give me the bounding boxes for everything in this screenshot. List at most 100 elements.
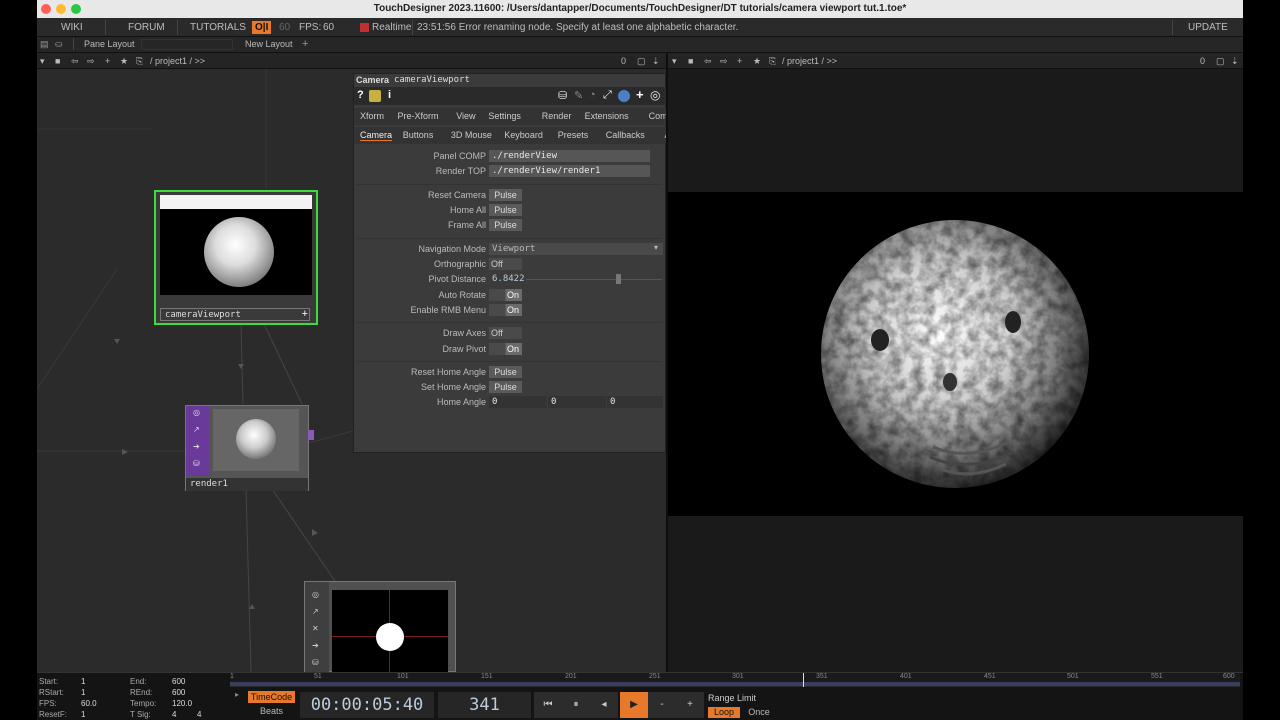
node-add-icon[interactable]: + — [302, 309, 308, 320]
close-window-button[interactable] — [41, 4, 51, 14]
node-output-connector[interactable] — [308, 430, 314, 440]
render-top-field[interactable]: ./renderView/render1 — [489, 165, 650, 177]
frame-all-button[interactable]: Pulse — [489, 219, 522, 231]
comment-icon[interactable]: ◔ — [589, 89, 596, 101]
tab-buttons[interactable]: Buttons — [403, 130, 434, 140]
chevron-down-icon[interactable]: ▾ — [654, 243, 658, 252]
pin-param-icon[interactable]: ⤢ — [603, 89, 612, 102]
set-home-angle-button[interactable]: Pulse — [489, 381, 522, 393]
network-path[interactable]: / project1 / >> — [150, 53, 205, 69]
tab-xform[interactable]: Xform — [360, 111, 384, 121]
beats-toggle[interactable]: Beats — [248, 705, 295, 717]
navigation-mode-menu[interactable]: Viewport — [489, 243, 663, 255]
viewer-flag-icon[interactable]: ◎ — [312, 590, 319, 599]
enable-rmb-toggle[interactable]: On — [489, 304, 522, 316]
add-icon[interactable]: + — [105, 53, 110, 69]
end-value[interactable]: 600 — [172, 677, 185, 687]
slider-handle[interactable] — [616, 274, 621, 284]
viewer-pane-menu-icon[interactable]: ▾ — [672, 53, 677, 69]
home-angle-y[interactable]: 0 — [548, 396, 606, 408]
viewer-path[interactable]: / project1 / >> — [782, 53, 837, 69]
pivot-distance-slider[interactable] — [526, 279, 662, 280]
edit-icon[interactable]: ✎ — [574, 89, 583, 102]
tab-keyboard[interactable]: Keyboard — [504, 130, 543, 140]
viewer-pin-icon[interactable]: ⇣ — [1231, 53, 1239, 69]
forum-menu[interactable]: FORUM — [128, 18, 165, 37]
cook-flag-icon[interactable]: ↗ — [193, 425, 200, 434]
tsig-b[interactable]: 4 — [197, 710, 201, 720]
tab-callbacks[interactable]: Callbacks — [606, 130, 645, 140]
back-icon[interactable]: ⇦ — [71, 53, 79, 69]
home-angle-z[interactable]: 0 — [607, 396, 663, 408]
orthographic-toggle[interactable]: Off — [489, 258, 522, 270]
cook-flag-icon[interactable]: ↗ — [312, 607, 319, 616]
rstart-value[interactable]: 1 — [81, 688, 85, 698]
lock-flag-icon[interactable]: ⛁ — [193, 459, 200, 468]
pane-layout-presets[interactable] — [141, 39, 233, 50]
play-backward-icon[interactable]: ◂ — [590, 692, 618, 718]
help-icon[interactable]: ? — [357, 89, 364, 101]
skip-to-start-icon[interactable]: ⏮ — [534, 692, 562, 718]
viewer-add-icon[interactable]: + — [737, 53, 742, 69]
tab-pre-xform[interactable]: Pre-Xform — [398, 111, 439, 121]
tab-presets[interactable]: Presets — [558, 130, 589, 140]
tab-settings[interactable]: Settings — [488, 111, 521, 121]
tempo-value[interactable]: 120.0 — [172, 699, 192, 709]
star-icon[interactable]: ★ — [120, 53, 128, 69]
viewer-forward-icon[interactable]: ⇨ — [720, 53, 728, 69]
update-button[interactable]: UPDATE — [1188, 18, 1228, 37]
reset-home-angle-button[interactable]: Pulse — [489, 366, 522, 378]
python-help-icon[interactable] — [369, 90, 381, 102]
tutorials-menu[interactable]: TUTORIALS — [190, 18, 246, 37]
draw-pivot-toggle[interactable]: On — [489, 343, 522, 355]
node-name[interactable]: render1 — [186, 478, 308, 491]
step-back-icon[interactable]: - — [648, 692, 676, 718]
tsig-a[interactable]: 4 — [172, 710, 176, 720]
pause-icon[interactable]: ⏸ — [562, 692, 590, 718]
minimize-window-button[interactable] — [56, 4, 66, 14]
viewer-star-icon[interactable]: ★ — [753, 53, 761, 69]
timeline-fps-value[interactable]: 60.0 — [81, 699, 97, 709]
frame-display[interactable]: 341 — [438, 692, 531, 718]
tab-render[interactable]: Render — [542, 111, 572, 121]
timecode-toggle[interactable]: TimeCode — [248, 691, 295, 703]
play-forward-icon[interactable]: ▶ — [620, 692, 648, 718]
add-layout-icon[interactable]: + — [302, 37, 308, 51]
home-all-button[interactable]: Pulse — [489, 204, 522, 216]
render-viewer[interactable] — [668, 69, 1243, 672]
pane-menu-icon[interactable]: ▾ — [40, 53, 45, 69]
stop-icon[interactable]: ■ — [55, 53, 60, 69]
pivot-distance-field[interactable]: 6.8422 — [489, 273, 525, 285]
settings-icon[interactable]: ◎ — [650, 88, 660, 102]
tab-3d-mouse[interactable]: 3D Mouse — [451, 130, 492, 140]
perform-mode-toggle[interactable]: O|I — [252, 21, 272, 34]
resetf-value[interactable]: 1 — [81, 710, 85, 720]
panel-comp-field[interactable]: ./renderView — [489, 150, 650, 162]
rend-value[interactable]: 600 — [172, 688, 185, 698]
tab-view[interactable]: View — [456, 111, 475, 121]
viewer-flag-icon[interactable]: ◎ — [193, 408, 200, 417]
timeline-expand-icon[interactable]: ▸ — [235, 690, 243, 702]
viewer-maximize-icon[interactable]: ▢ — [1216, 53, 1225, 69]
pane-split-icon[interactable]: ⛀ — [55, 37, 63, 51]
step-forward-icon[interactable]: + — [676, 692, 704, 718]
new-layout-button[interactable]: New Layout — [245, 37, 293, 51]
display-flag-icon[interactable]: ➔ — [193, 442, 200, 451]
maximize-icon[interactable]: ▢ — [637, 53, 646, 69]
tab-extensions[interactable]: Extensions — [585, 111, 629, 121]
add-param-icon[interactable]: + — [636, 87, 644, 102]
playhead[interactable] — [803, 673, 804, 687]
output-node[interactable]: ◎ ↗ ✕ ➔ ⛁ — [304, 581, 456, 672]
display-flag-icon[interactable]: ➔ — [312, 641, 319, 650]
loop-toggle[interactable]: Loop — [708, 707, 740, 718]
pane-icon[interactable]: ▤ — [40, 37, 49, 51]
pin-icon[interactable]: ⇣ — [652, 53, 660, 69]
camera-viewport-node[interactable]: cameraViewport + — [154, 190, 318, 325]
auto-rotate-toggle[interactable]: On — [489, 289, 522, 301]
node-name[interactable]: cameraViewport — [160, 308, 310, 321]
info-icon[interactable]: i — [388, 89, 391, 101]
reset-camera-button[interactable]: Pulse — [489, 189, 522, 201]
viewer-stop-icon[interactable]: ■ — [688, 53, 693, 69]
timecode-display[interactable]: 00:00:05:40 — [300, 692, 434, 718]
viewer-link-icon[interactable]: ⎘ — [769, 53, 776, 69]
